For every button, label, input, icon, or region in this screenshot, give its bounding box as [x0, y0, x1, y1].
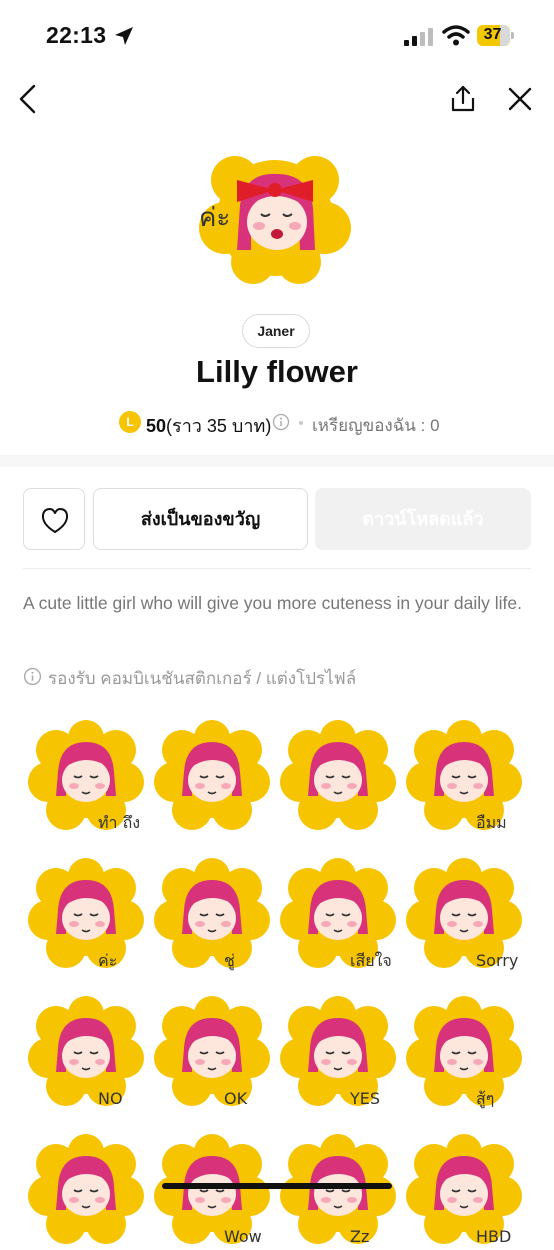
wifi-icon [442, 25, 470, 46]
sticker-text: ชู่ [224, 951, 235, 971]
sticker-item[interactable]: NO [24, 988, 148, 1112]
sticker-item[interactable]: ทำ ถึง [24, 712, 148, 836]
sticker-item[interactable]: HBD [402, 1126, 526, 1250]
back-button[interactable] [12, 82, 46, 116]
downloaded-button: ดาวน์โหลดแล้ว [315, 488, 531, 550]
sticker-image: HBD [406, 1134, 522, 1246]
sticker-item[interactable]: OK [150, 988, 274, 1112]
sticker-image [154, 720, 270, 830]
sticker-image: NO [28, 996, 144, 1108]
sticker-image: ค่ะ [28, 858, 144, 970]
main-sticker-image: ค่ะ [199, 156, 351, 284]
battery-level: 37 [483, 26, 502, 43]
sticker-text: Sorry [476, 951, 518, 970]
section-divider [0, 455, 554, 467]
sticker-item[interactable]: อืมม [402, 712, 526, 836]
home-indicator [162, 1183, 392, 1189]
page-title: Lilly flower [196, 354, 358, 389]
sticker-image [280, 720, 396, 830]
close-button[interactable] [503, 82, 537, 116]
price-row: L 50(ราว 35 บาท) เหรียญของฉัน : 0 [0, 408, 554, 438]
sticker-grid: ทำ ถึง อืมมค่ะ ชู่ เสียใจ Sorry NO OK YES สู้ๆ Wo… [24, 712, 534, 1246]
sticker-image: YES [280, 996, 396, 1108]
sticker-text: NO [98, 1089, 123, 1108]
sticker-text: Wow [224, 1227, 262, 1246]
sticker-image: เสียใจ [280, 858, 396, 970]
support-text: รองรับ คอมบิเนชันสติกเกอร์ / แต่งโปรไฟล์ [48, 669, 357, 688]
sticker-text: อืมม [476, 813, 507, 832]
divider [23, 568, 531, 569]
my-coins-label: เหรียญของฉัน : 0 [312, 416, 440, 435]
sticker-text: Zz [350, 1227, 369, 1246]
cellular-signal-icon [404, 28, 433, 46]
battery-indicator: 37 [477, 25, 515, 47]
sticker-image: อืมม [406, 720, 522, 832]
author-tag[interactable]: Janer [242, 314, 310, 348]
location-arrow-icon [115, 27, 133, 45]
send-gift-button[interactable]: ส่งเป็นของขวัญ [93, 488, 308, 550]
coin-icon: L [119, 411, 141, 433]
sticker-image: ทำ ถึง [28, 720, 144, 832]
sticker-image [28, 1134, 144, 1244]
description: A cute little girl who will give you mor… [23, 593, 522, 613]
sticker-text: OK [224, 1089, 248, 1108]
sticker-item[interactable]: Sorry [402, 850, 526, 974]
sticker-image: ชู่ [154, 858, 270, 971]
sticker-text: HBD [476, 1227, 511, 1246]
sticker-item[interactable]: เสียใจ [276, 850, 400, 974]
sticker-item[interactable]: ค่ะ [24, 850, 148, 974]
info-icon [23, 667, 42, 686]
sticker-image: OK [154, 996, 270, 1108]
sticker-text: ทำ ถึง [98, 813, 140, 832]
status-bar: 22:13 37 [0, 0, 554, 74]
sticker-text: เสียใจ [350, 951, 392, 970]
sticker-item[interactable]: สู้ๆ [402, 988, 526, 1112]
sticker-text: สู้ๆ [476, 1089, 494, 1109]
sticker-item[interactable] [276, 712, 400, 836]
info-icon[interactable] [272, 413, 290, 431]
status-time: 22:13 [46, 22, 107, 48]
favorite-button[interactable] [23, 488, 85, 550]
sticker-item[interactable] [150, 712, 274, 836]
sticker-image: Sorry [406, 858, 522, 970]
heart-icon [41, 508, 69, 533]
sticker-text: YES [349, 1089, 380, 1108]
sticker-image: สู้ๆ [406, 996, 522, 1109]
sticker-text: ค่ะ [98, 951, 117, 970]
hero-sticker-text: ค่ะ [199, 203, 230, 233]
share-button[interactable] [446, 82, 480, 116]
sticker-item[interactable]: YES [276, 988, 400, 1112]
sticker-item[interactable]: ชู่ [150, 850, 274, 974]
price-label: 50(ราว 35 บาท) [146, 416, 272, 436]
sticker-item[interactable] [24, 1126, 148, 1250]
